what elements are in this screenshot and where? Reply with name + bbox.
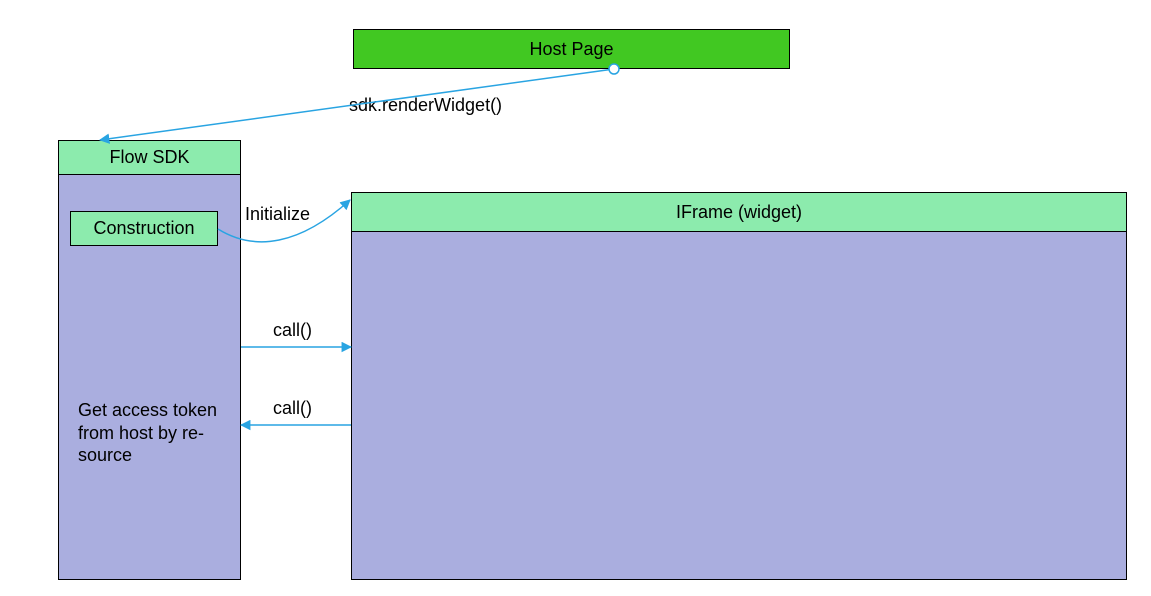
flow-sdk-header-label: Flow SDK [109, 147, 189, 168]
access-token-text-value: Get access token from host by re- source [78, 400, 217, 465]
iframe-body [351, 192, 1127, 580]
construction-box: Construction [70, 211, 218, 246]
access-token-text: Get access token from host by re- source [78, 399, 238, 467]
construction-label: Construction [93, 218, 194, 239]
host-page-box: Host Page [353, 29, 790, 69]
render-widget-label: sdk.renderWidget() [349, 95, 502, 116]
iframe-header-label: IFrame (widget) [676, 202, 802, 223]
diagram-stage: Host Page Flow SDK Construction Get acce… [0, 0, 1151, 596]
host-page-label: Host Page [529, 39, 613, 60]
flow-sdk-body [58, 140, 241, 580]
iframe-header: IFrame (widget) [351, 192, 1127, 232]
call-label-1: call() [273, 320, 312, 341]
call-label-2: call() [273, 398, 312, 419]
flow-sdk-header: Flow SDK [58, 140, 241, 175]
initialize-label: Initialize [245, 204, 310, 225]
